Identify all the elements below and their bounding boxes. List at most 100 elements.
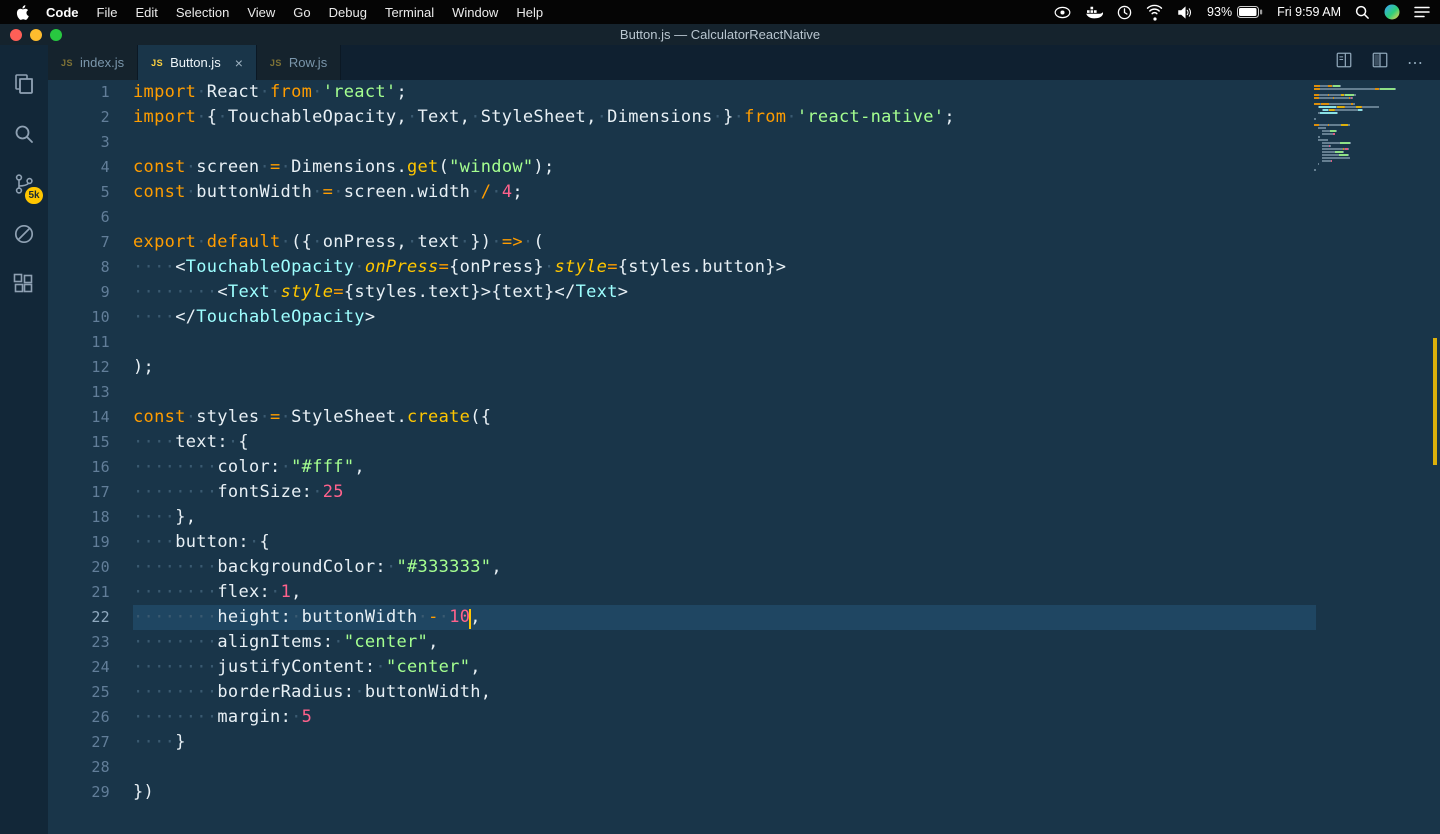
line-number: 22 <box>91 608 110 626</box>
code-text[interactable]: ····text:·{ <box>133 430 1316 455</box>
tab-row.js[interactable]: JS Row.js <box>256 45 342 80</box>
line-number: 7 <box>100 233 110 251</box>
code-text[interactable] <box>133 205 1316 230</box>
zoom-window-button[interactable] <box>50 28 62 41</box>
line-number: 25 <box>91 683 110 701</box>
code-line-29: 29}) <box>48 780 1440 805</box>
line-number: 20 <box>91 558 110 576</box>
code-line-26: 26 ········margin:·5 <box>48 705 1440 730</box>
line-number: 18 <box>91 508 110 526</box>
user-profile-icon[interactable] <box>1384 4 1400 20</box>
line-number: 1 <box>100 83 110 101</box>
code-text[interactable]: import·React·from·'react'; <box>133 80 1316 105</box>
line-number: 13 <box>91 383 110 401</box>
window-controls <box>10 28 62 41</box>
code-text[interactable] <box>133 130 1316 155</box>
line-number: 24 <box>91 658 110 676</box>
notification-center-icon[interactable] <box>1414 6 1430 18</box>
code-text[interactable]: const·screen·=·Dimensions.get("window"); <box>133 155 1316 180</box>
code-line-13: 13 <box>48 380 1440 405</box>
code-line-22: 22 ········height:·buttonWidth·-·10, <box>48 605 1440 630</box>
code-line-23: 23 ········alignItems:·"center", <box>48 630 1440 655</box>
close-tab-icon[interactable]: × <box>235 56 243 70</box>
menu-item-help[interactable]: Help <box>507 5 552 20</box>
source-control-icon[interactable]: 5k <box>0 159 48 209</box>
battery-indicator[interactable]: 93% <box>1207 5 1263 19</box>
code-text[interactable]: import·{·TouchableOpacity,·Text,·StyleSh… <box>133 105 1316 130</box>
tab-index.js[interactable]: JS index.js <box>48 45 139 80</box>
line-number: 11 <box>91 333 110 351</box>
menubar-clock[interactable]: Fri 9:59 AM <box>1277 5 1341 19</box>
time-machine-clock-icon[interactable] <box>1117 5 1132 20</box>
code-text[interactable] <box>133 380 1316 405</box>
code-text[interactable]: export·default·({·onPress,·text·})·=>·( <box>133 230 1316 255</box>
menu-item-window[interactable]: Window <box>443 5 507 20</box>
menu-item-terminal[interactable]: Terminal <box>376 5 443 20</box>
menu-item-code[interactable]: Code <box>37 5 88 20</box>
overview-ruler-decoration <box>1433 338 1437 465</box>
extensions-icon[interactable] <box>0 259 48 309</box>
explorer-icon[interactable] <box>0 59 48 109</box>
minimize-window-button[interactable] <box>30 28 42 41</box>
code-text[interactable]: ········<Text·style={styles.text}>{text}… <box>133 280 1316 305</box>
code-text[interactable]: ····</TouchableOpacity> <box>133 305 1316 330</box>
close-window-button[interactable] <box>10 28 22 41</box>
tabs: JS index.js JS Button.js × JS Row.js <box>48 45 342 80</box>
code-line-17: 17 ········fontSize:·25 <box>48 480 1440 505</box>
code-text[interactable]: ········color:·"#fff", <box>133 455 1316 480</box>
code-line-10: 10 ····</TouchableOpacity> <box>48 305 1440 330</box>
spotlight-search-icon[interactable] <box>1355 5 1370 20</box>
menu-item-file[interactable]: File <box>88 5 127 20</box>
menu-item-edit[interactable]: Edit <box>126 5 166 20</box>
line-number: 10 <box>91 308 110 326</box>
docker-icon[interactable] <box>1085 5 1104 19</box>
code-text[interactable]: ········justifyContent:·"center", <box>133 655 1316 680</box>
apple-menu-icon[interactable] <box>10 4 37 20</box>
menu-item-go[interactable]: Go <box>284 5 319 20</box>
split-editor-icon[interactable] <box>1335 51 1353 74</box>
code-text[interactable]: }) <box>133 780 1316 805</box>
code-line-7: 7 export·default·({·onPress,·text·})·=>·( <box>48 230 1440 255</box>
more-actions-icon[interactable]: ⋯ <box>1407 53 1424 73</box>
tab-label: Button.js <box>170 55 221 70</box>
titlebar[interactable]: Button.js — CalculatorReactNative <box>0 24 1440 45</box>
wifi-icon[interactable] <box>1146 4 1163 21</box>
code-text[interactable]: ········alignItems:·"center", <box>133 630 1316 655</box>
menu-item-debug[interactable]: Debug <box>320 5 376 20</box>
javascript-file-icon: JS <box>151 57 164 68</box>
menu-item-selection[interactable]: Selection <box>167 5 238 20</box>
code-text[interactable]: ····<TouchableOpacity·onPress={onPress}·… <box>133 255 1316 280</box>
editor-layout-icon[interactable] <box>1371 51 1389 74</box>
code-text[interactable]: ········margin:·5 <box>133 705 1316 730</box>
code-lines: 1 import·React·from·'react'; 2 import·{·Tou… <box>48 80 1440 805</box>
menu-item-view[interactable]: View <box>238 5 284 20</box>
code-line-18: 18 ····}, <box>48 505 1440 530</box>
line-number: 4 <box>100 158 110 176</box>
minimap[interactable] <box>1314 85 1426 172</box>
code-text[interactable]: ········fontSize:·25 <box>133 480 1316 505</box>
code-text[interactable]: const·buttonWidth·=·screen.width·/·4; <box>133 180 1316 205</box>
code-line-24: 24 ········justifyContent:·"center", <box>48 655 1440 680</box>
code-text[interactable]: ········backgroundColor:·"#333333", <box>133 555 1316 580</box>
editor-actions: ⋯ <box>1335 45 1440 80</box>
code-text[interactable]: ····}, <box>133 505 1316 530</box>
line-number: 5 <box>100 183 110 201</box>
code-text[interactable] <box>133 330 1316 355</box>
debug-disabled-icon[interactable] <box>0 209 48 259</box>
code-editor[interactable]: 1 import·React·from·'react'; 2 import·{·Tou… <box>48 80 1440 834</box>
code-line-25: 25 ········borderRadius:·buttonWidth, <box>48 680 1440 705</box>
code-text[interactable]: const·styles·=·StyleSheet.create({ <box>133 405 1316 430</box>
volume-icon[interactable] <box>1177 5 1193 19</box>
code-text[interactable]: ····button:·{ <box>133 530 1316 555</box>
code-text[interactable]: ········flex:·1, <box>133 580 1316 605</box>
code-line-16: 16 ········color:·"#fff", <box>48 455 1440 480</box>
code-text[interactable] <box>133 755 1316 780</box>
search-icon[interactable] <box>0 109 48 159</box>
code-text[interactable]: ); <box>133 355 1316 380</box>
code-line-9: 9 ········<Text·style={styles.text}>{text… <box>48 280 1440 305</box>
eye-icon[interactable] <box>1054 6 1071 19</box>
code-text[interactable]: ········height:·buttonWidth·-·10, <box>133 605 1316 630</box>
code-text[interactable]: ····} <box>133 730 1316 755</box>
tab-button.js[interactable]: JS Button.js × <box>138 45 257 80</box>
code-text[interactable]: ········borderRadius:·buttonWidth, <box>133 680 1316 705</box>
